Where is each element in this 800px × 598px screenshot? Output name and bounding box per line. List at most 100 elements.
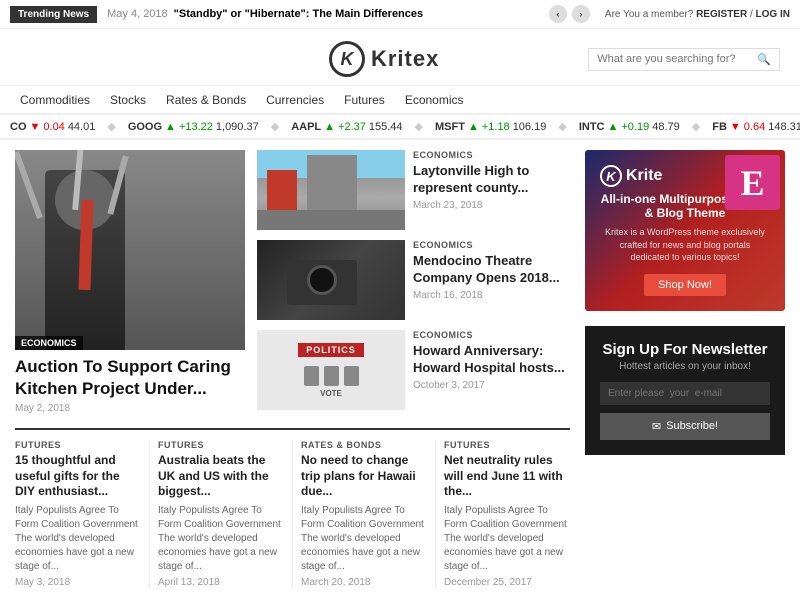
elementor-e-letter: E <box>740 162 764 204</box>
nav-list: Commodities Stocks Rates & Bonds Currenc… <box>20 92 780 107</box>
ticker-co: CO ▼ 0.04 44.01 <box>10 120 95 133</box>
article-1-category: Economics <box>413 150 570 160</box>
ba1-category: Futures <box>15 440 141 450</box>
trending-label: Trending News <box>10 6 97 23</box>
sidebar-ad-description: Kritex is a WordPress theme exclusively … <box>600 226 770 264</box>
newsletter-email-input[interactable] <box>600 382 770 405</box>
sidebar: E K Krite All-in-one Multipurpose News &… <box>585 150 785 588</box>
ba1-title[interactable]: 15 thoughtful and useful gifts for the D… <box>15 453 141 500</box>
article-row-2: Economics Mendocino Theatre Company Open… <box>257 240 570 320</box>
ba3-title[interactable]: No need to change trip plans for Hawaii … <box>301 453 427 500</box>
ticker-bar: CO ▼ 0.04 44.01 ◆ GOOG ▲ +13.22 1,090.37… <box>0 114 800 140</box>
bottom-articles-row: Futures 15 thoughtful and useful gifts f… <box>15 428 570 588</box>
search-input[interactable] <box>597 53 757 65</box>
articles-grid: Economics Auction To Support Caring Kitc… <box>15 150 570 420</box>
article-row-1: Economics Laytonville High to represent … <box>257 150 570 230</box>
bottom-article-4: Futures Net neutrality rules will end Ju… <box>436 440 570 588</box>
ba4-date: December 25, 2017 <box>444 577 570 588</box>
ticker-fb: FB ▼ 0.64 148.31 <box>712 120 800 133</box>
ba4-title[interactable]: Net neutrality rules will end June 11 wi… <box>444 453 570 500</box>
ba3-category: Rates & Bonds <box>301 440 427 450</box>
subscribe-label: Subscribe! <box>666 420 718 432</box>
nav-item-stocks[interactable]: Stocks <box>110 92 146 107</box>
top-bar: Trending News May 4, 2018 "Standby" or "… <box>0 0 800 29</box>
top-bar-date: May 4, 2018 <box>107 8 168 20</box>
up-icon-intc: ▲ <box>607 121 618 133</box>
next-arrow[interactable]: › <box>572 5 590 23</box>
bottom-article-3: Rates & Bonds No need to change trip pla… <box>293 440 436 588</box>
sidebar-ad: E K Krite All-in-one Multipurpose News &… <box>585 150 785 311</box>
down-icon: ▼ <box>30 121 41 133</box>
ba4-snippet: Italy Populists Agree To Form Coalition … <box>444 504 570 574</box>
article-2-category: Economics <box>413 240 570 250</box>
middle-column: Economics Laytonville High to represent … <box>257 150 570 420</box>
ticker-intc: INTC ▲ +0.19 48.79 <box>579 120 680 133</box>
article-3-date: October 3, 2017 <box>413 380 570 391</box>
down-icon-fb: ▼ <box>730 121 741 133</box>
member-text: Are You a member? REGISTER / LOG IN <box>605 9 790 20</box>
left-column: Economics Auction To Support Caring Kitc… <box>15 150 245 420</box>
article-2-content: Economics Mendocino Theatre Company Open… <box>413 240 570 301</box>
main-nav: Commodities Stocks Rates & Bonds Currenc… <box>0 86 800 114</box>
article-1-title[interactable]: Laytonville High to represent county... <box>413 163 570 197</box>
top-bar-headline: "Standby" or "Hibernate": The Main Diffe… <box>174 8 549 20</box>
up-icon: ▲ <box>165 121 176 133</box>
logo-icon: K <box>329 41 365 77</box>
up-icon-msft: ▲ <box>468 121 479 133</box>
article-3-image: POLITICS VOTE <box>257 330 405 410</box>
main-content: Economics Auction To Support Caring Kitc… <box>0 140 800 598</box>
nav-item-currencies[interactable]: Currencies <box>266 92 324 107</box>
sidebar-ad-logo-icon: K <box>600 165 622 187</box>
ticker-aapl: AAPL ▲ +2.37 155.44 <box>291 120 402 133</box>
logo-text: Kritex <box>371 46 439 72</box>
article-2-date: March 16, 2018 <box>413 290 570 301</box>
ba2-title[interactable]: Australia beats the UK and US with the b… <box>158 453 284 500</box>
nav-item-economics[interactable]: Economics <box>405 92 464 107</box>
ba3-date: March 20, 2018 <box>301 577 427 588</box>
ba1-snippet: Italy Populists Agree To Form Coalition … <box>15 504 141 574</box>
top-bar-nav: ‹ › <box>549 5 590 23</box>
search-icon[interactable]: 🔍 <box>757 53 771 66</box>
article-1-content: Economics Laytonville High to represent … <box>413 150 570 211</box>
nav-item-rates[interactable]: Rates & Bonds <box>166 92 246 107</box>
ba1-date: May 3, 2018 <box>15 577 141 588</box>
ba2-category: Futures <box>158 440 284 450</box>
search-box[interactable]: 🔍 <box>588 48 780 71</box>
ba3-snippet: Italy Populists Agree To Form Coalition … <box>301 504 427 574</box>
main-feature-title[interactable]: Auction To Support Caring Kitchen Projec… <box>15 356 245 400</box>
ba4-category: Futures <box>444 440 570 450</box>
article-2-image <box>257 240 405 320</box>
ticker-goog: GOOG ▲ +13.22 1,090.37 <box>128 120 259 133</box>
article-2-title[interactable]: Mendocino Theatre Company Opens 2018... <box>413 253 570 287</box>
ba2-snippet: Italy Populists Agree To Form Coalition … <box>158 504 284 574</box>
main-feature-image: Economics <box>15 150 245 350</box>
newsletter-title: Sign Up For Newsletter <box>600 341 770 358</box>
sidebar-newsletter: Sign Up For Newsletter Hottest articles … <box>585 326 785 455</box>
prev-arrow[interactable]: ‹ <box>549 5 567 23</box>
register-link[interactable]: REGISTER <box>696 9 747 20</box>
nav-item-commodities[interactable]: Commodities <box>20 92 90 107</box>
content-area: Economics Auction To Support Caring Kitc… <box>15 150 570 588</box>
sidebar-ad-logo-text: Krite <box>626 167 662 185</box>
article-row-3: POLITICS VOTE Economics Howard <box>257 330 570 410</box>
article-1-date: March 23, 2018 <box>413 200 570 211</box>
main-feature-category-badge: Economics <box>15 336 83 350</box>
article-3-category: Economics <box>413 330 570 340</box>
ticker-msft: MSFT ▲ +1.18 106.19 <box>435 120 546 133</box>
nav-item-futures[interactable]: Futures <box>344 92 385 107</box>
article-3-content: Economics Howard Anniversary: Howard Hos… <box>413 330 570 391</box>
ba2-date: April 13, 2018 <box>158 577 284 588</box>
newsletter-subtitle: Hottest articles on your inbox! <box>600 361 770 372</box>
header: K Kritex 🔍 <box>0 29 800 86</box>
subscribe-button[interactable]: ✉ Subscribe! <box>600 413 770 440</box>
bottom-article-2: Futures Australia beats the UK and US wi… <box>150 440 293 588</box>
up-icon-aapl: ▲ <box>324 121 335 133</box>
main-feature-date: May 2, 2018 <box>15 403 245 414</box>
login-link[interactable]: LOG IN <box>756 9 790 20</box>
bottom-article-1: Futures 15 thoughtful and useful gifts f… <box>15 440 150 588</box>
article-3-title[interactable]: Howard Anniversary: Howard Hospital host… <box>413 343 570 377</box>
logo[interactable]: K Kritex <box>329 41 439 77</box>
article-1-image <box>257 150 405 230</box>
shop-now-button[interactable]: Shop Now! <box>644 274 726 296</box>
subscribe-icon: ✉ <box>652 420 661 433</box>
